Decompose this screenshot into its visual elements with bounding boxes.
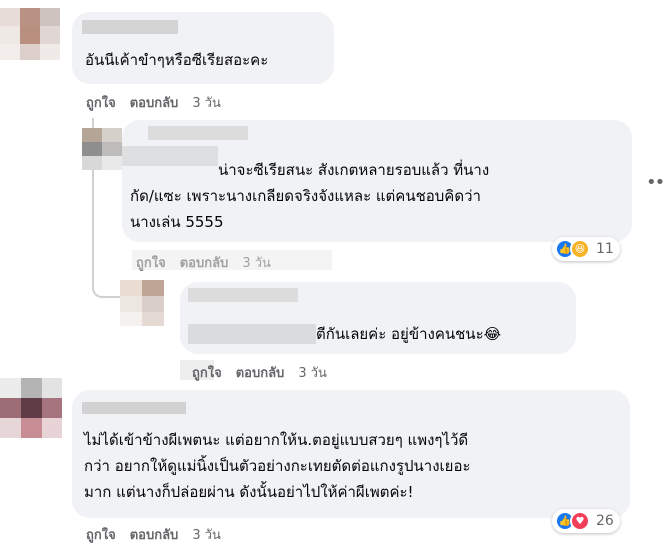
comment-text-line-2: กัด/แซะ เพราะนางเกลียดจริงจังแหละ แต่คนช…: [130, 187, 481, 205]
comment-actions: ถูกใจ ตอบกลับ 3 วัน: [86, 524, 235, 545]
author-name[interactable]: [188, 288, 298, 302]
comment-text-line-1: ไม่ได้เข้าข้างผีเพตนะ แต่อยากให้น.ตอยู่แ…: [84, 431, 469, 449]
reaction-count: 26: [596, 513, 614, 529]
avatar[interactable]: [0, 378, 62, 438]
timestamp[interactable]: 3 วัน: [192, 524, 221, 545]
comment-text: อันนีเค้าขำๆหรือซีเรียสอะคะ: [85, 51, 269, 69]
comment-bubble: ตีกันเลยค่ะ อยู่ข้างคนชนะ😂: [180, 282, 576, 354]
comment-text-line-1: น่าจะซีเรียสนะ สังเกตหลายรอบแล้ว ที่นาง: [218, 161, 490, 179]
comment-bubble: น่าจะซีเรียสนะ สังเกตหลายรอบแล้ว ที่นาง …: [122, 120, 632, 242]
reply-button[interactable]: ตอบกลับ: [130, 524, 179, 545]
avatar[interactable]: [0, 8, 60, 60]
reaction-count: 11: [596, 241, 614, 257]
timestamp[interactable]: 3 วัน: [192, 92, 221, 113]
like-button[interactable]: ถูกใจ: [192, 362, 222, 383]
like-button[interactable]: ถูกใจ: [86, 524, 116, 545]
love-icon: ♥: [570, 511, 590, 531]
like-button[interactable]: ถูกใจ: [86, 92, 116, 113]
reply-button[interactable]: ตอบกลับ: [130, 92, 179, 113]
reply-button[interactable]: ตอบกลับ: [236, 362, 285, 383]
author-name[interactable]: [148, 126, 248, 140]
comment-actions: ถูกใจ ตอบกลับ 3 วัน: [192, 362, 341, 383]
comment-actions: ถูกใจ ตอบกลับ 3 วัน: [86, 92, 235, 113]
comment-text-line-3: มาก แต่นางก็ปล่อยผ่าน ดังนั้นอย่าไปให้ค่…: [84, 483, 414, 501]
comment-bubble: อันนีเค้าขำๆหรือซีเรียสอะคะ: [72, 12, 334, 84]
reaction-summary[interactable]: 👍 ♥ 26: [552, 509, 620, 533]
timestamp[interactable]: 3 วัน: [298, 362, 327, 383]
avatar[interactable]: [82, 128, 122, 170]
more-horizontal-icon[interactable]: •••: [646, 172, 665, 193]
comment-text-line-3: นางเล่น 5555: [130, 213, 224, 231]
author-name[interactable]: [82, 402, 186, 414]
reaction-summary[interactable]: 👍 😆 11: [552, 237, 620, 261]
comment-text-line-2: กว่า อยากให้ดูแม่นิ้งเป็นตัวอย่างกะเทยตั…: [84, 457, 471, 475]
haha-icon: 😆: [570, 239, 590, 259]
comment-bubble: ไม่ได้เข้าข้างผีเพตนะ แต่อยากให้น.ตอยู่แ…: [72, 390, 630, 518]
comment-text: ตีกันเลยค่ะ อยู่ข้างคนชนะ😂: [316, 325, 502, 343]
avatar[interactable]: [120, 280, 164, 326]
author-name[interactable]: [82, 20, 178, 34]
